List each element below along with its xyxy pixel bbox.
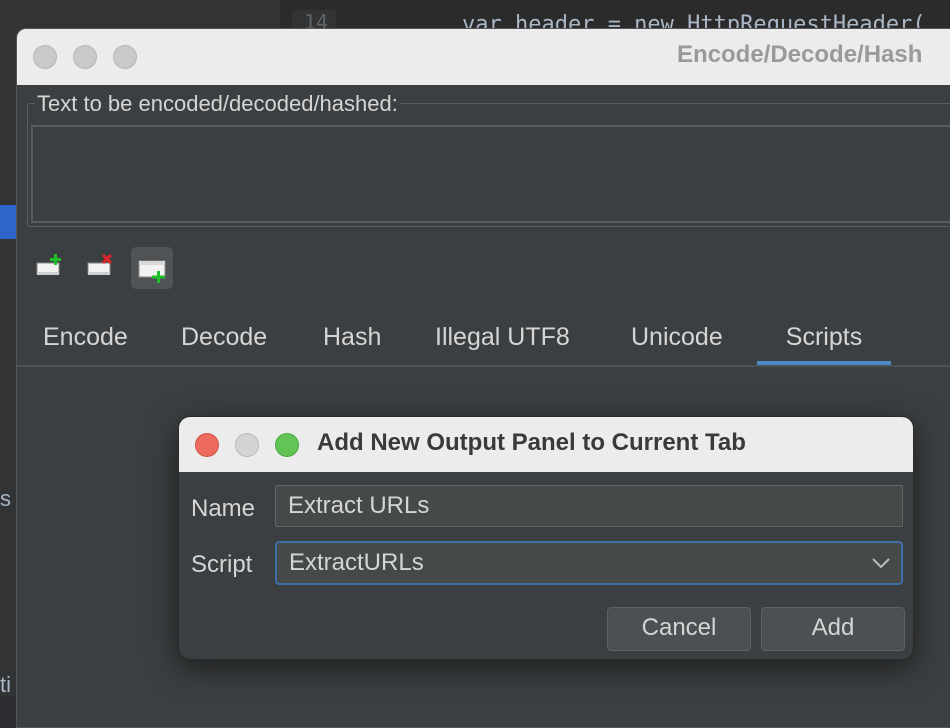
add-output-tab-button[interactable] <box>29 247 71 289</box>
zoom-window-button[interactable] <box>113 45 137 69</box>
add-button[interactable]: Add <box>761 607 905 651</box>
tab-illegal-utf8[interactable]: Illegal UTF8 <box>435 317 570 365</box>
close-window-button[interactable] <box>33 45 57 69</box>
window-titlebar[interactable]: Encode/Decode/Hash <box>17 29 950 85</box>
dialog-titlebar[interactable]: Add New Output Panel to Current Tab <box>179 417 913 472</box>
panel-text-fragment: s <box>0 486 11 511</box>
input-text-label: Text to be encoded/decoded/hashed: <box>35 91 400 117</box>
add-output-panel-dialog: Add New Output Panel to Current Tab Name… <box>178 416 914 660</box>
tab-decode[interactable]: Decode <box>181 317 267 365</box>
output-tabs: Encode Decode Hash Illegal UTF8 Unicode … <box>17 311 950 367</box>
input-text-area[interactable] <box>31 125 950 223</box>
add-output-tab-icon <box>36 254 61 275</box>
panel-text-fragment: ti <box>0 672 11 697</box>
dialog-title: Add New Output Panel to Current Tab <box>317 429 746 456</box>
selected-tree-row <box>0 205 16 239</box>
close-dialog-button[interactable] <box>195 433 219 457</box>
minimize-dialog-button <box>235 433 259 457</box>
script-selected-value: ExtractURLs <box>289 549 424 576</box>
zoom-dialog-button[interactable] <box>275 433 299 457</box>
chevron-down-icon <box>872 558 890 569</box>
remove-output-tab-icon <box>87 253 113 275</box>
script-select[interactable]: ExtractURLs <box>275 541 903 585</box>
minimize-window-button[interactable] <box>73 45 97 69</box>
cancel-button[interactable]: Cancel <box>607 607 751 651</box>
remove-output-tab-button[interactable] <box>81 247 123 289</box>
tab-hash[interactable]: Hash <box>323 317 381 365</box>
script-label: Script <box>191 551 253 578</box>
window-title: Encode/Decode/Hash <box>677 41 923 68</box>
add-output-panel-icon <box>138 260 166 283</box>
tab-encode[interactable]: Encode <box>43 317 128 365</box>
tab-scripts[interactable]: Scripts <box>757 317 891 365</box>
name-label: Name <box>191 495 256 522</box>
add-output-panel-button[interactable] <box>131 247 173 289</box>
tab-unicode[interactable]: Unicode <box>631 317 723 365</box>
name-field[interactable]: Extract URLs <box>275 485 903 527</box>
